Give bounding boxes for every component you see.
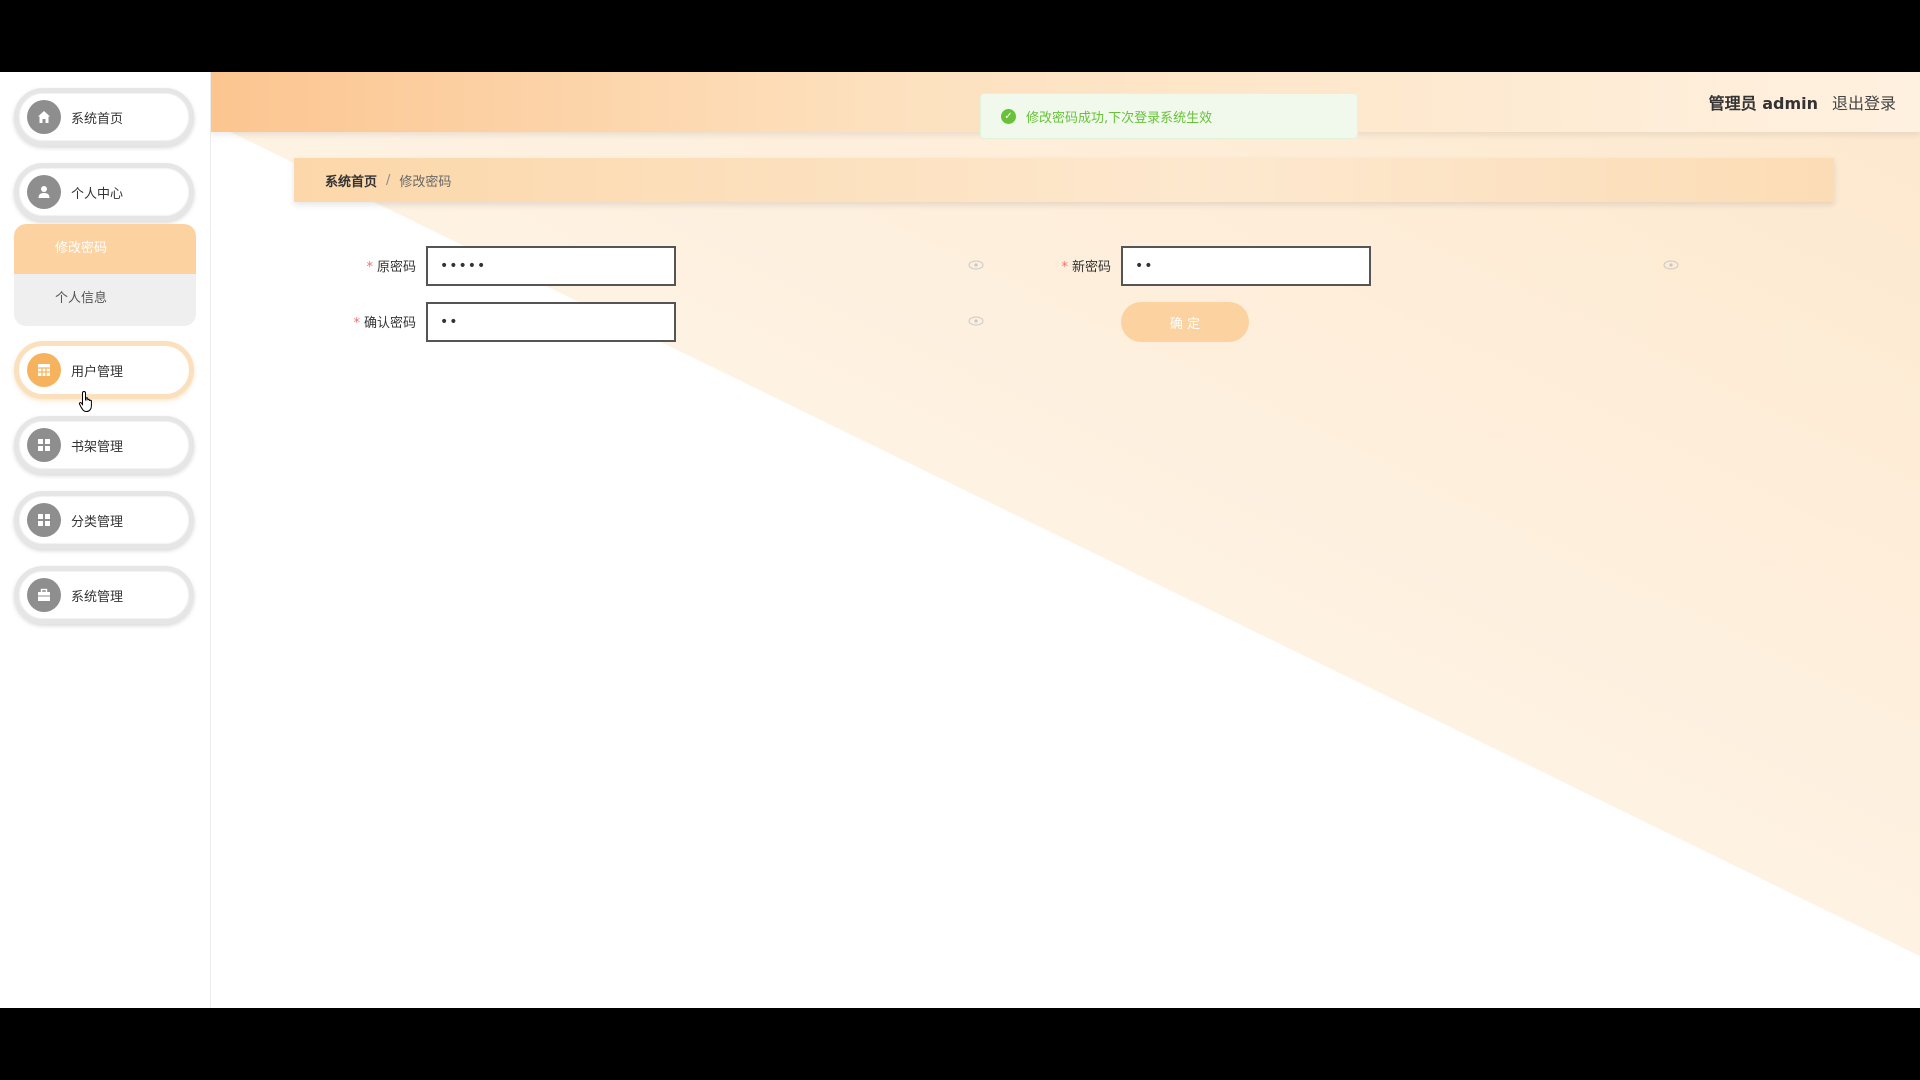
sidebar-item-label: 系统首页 [71,111,124,127]
required-mark: * [366,260,373,275]
current-user: 管理员 admin [1708,94,1818,113]
old-password-label-text: 原密码 [376,260,416,275]
sidebar-item-bookshelf-management[interactable]: 书架管理 [14,416,194,474]
hand-cursor-icon [78,390,92,413]
breadcrumb: 系统首页 / 修改密码 [294,158,1834,202]
grid-icon [27,428,61,462]
breadcrumb-home[interactable]: 系统首页 [325,171,377,190]
eye-icon[interactable] [968,316,984,326]
check-circle-icon: ✓ [1001,108,1016,124]
sidebar-item-label: 书架管理 [71,439,124,455]
table-icon [27,353,61,387]
old-password-input[interactable]: ••••• [426,246,676,286]
submenu-item-personal-info[interactable]: 个人信息 [14,274,196,324]
main-content: 实现 管理员 admin 退出登录 ✓ 修改密码成功,下次登录系统生效 系统首页… [210,72,1920,1008]
grid-icon [27,503,61,537]
toast-message: 修改密码成功,下次登录系统生效 [1026,110,1213,126]
success-toast: ✓ 修改密码成功,下次登录系统生效 [980,93,1358,139]
user-icon [27,175,61,209]
eye-icon[interactable] [1663,260,1679,270]
sidebar-item-label: 个人中心 [71,186,124,202]
sidebar-item-category-management[interactable]: 分类管理 [14,491,194,549]
required-mark: * [353,316,360,331]
new-password-label-text: 新密码 [1071,260,1111,275]
sidebar-item-home[interactable]: 系统首页 [14,88,194,146]
home-icon [27,100,61,134]
required-mark: * [1061,260,1068,275]
sidebar-item-personal-center[interactable]: 个人中心 [14,163,194,221]
sidebar-item-system-management[interactable]: 系统管理 [14,566,194,624]
app-screen: 系统首页 个人中心 修改密码 个人信息 用户管理 书架管理 分类管理 系统管理 … [0,72,1920,1008]
eye-icon[interactable] [968,260,984,270]
breadcrumb-separator: / [386,172,391,188]
background-decoration [210,72,1920,1008]
sidebar-item-user-management[interactable]: 用户管理 [14,341,194,399]
confirm-password-label-text: 确认密码 [363,316,416,331]
logout-link[interactable]: 退出登录 [1832,90,1896,114]
new-password-label: * 新密码 [991,256,1111,275]
confirm-password-label: * 确认密码 [296,312,416,331]
sidebar-item-label: 系统管理 [71,589,124,605]
sidebar-item-label: 分类管理 [71,514,124,530]
new-password-input[interactable]: •• [1121,246,1371,286]
confirm-password-input[interactable]: •• [426,302,676,342]
old-password-label: * 原密码 [296,256,416,275]
submenu-item-change-password[interactable]: 修改密码 [14,224,196,274]
breadcrumb-current: 修改密码 [399,174,452,190]
personal-center-submenu: 修改密码 个人信息 [14,224,196,326]
sidebar: 系统首页 个人中心 修改密码 个人信息 用户管理 书架管理 分类管理 系统管理 [0,72,211,1008]
submit-button[interactable]: 确 定 [1121,302,1249,342]
sidebar-item-label: 用户管理 [71,364,124,380]
briefcase-icon [27,578,61,612]
